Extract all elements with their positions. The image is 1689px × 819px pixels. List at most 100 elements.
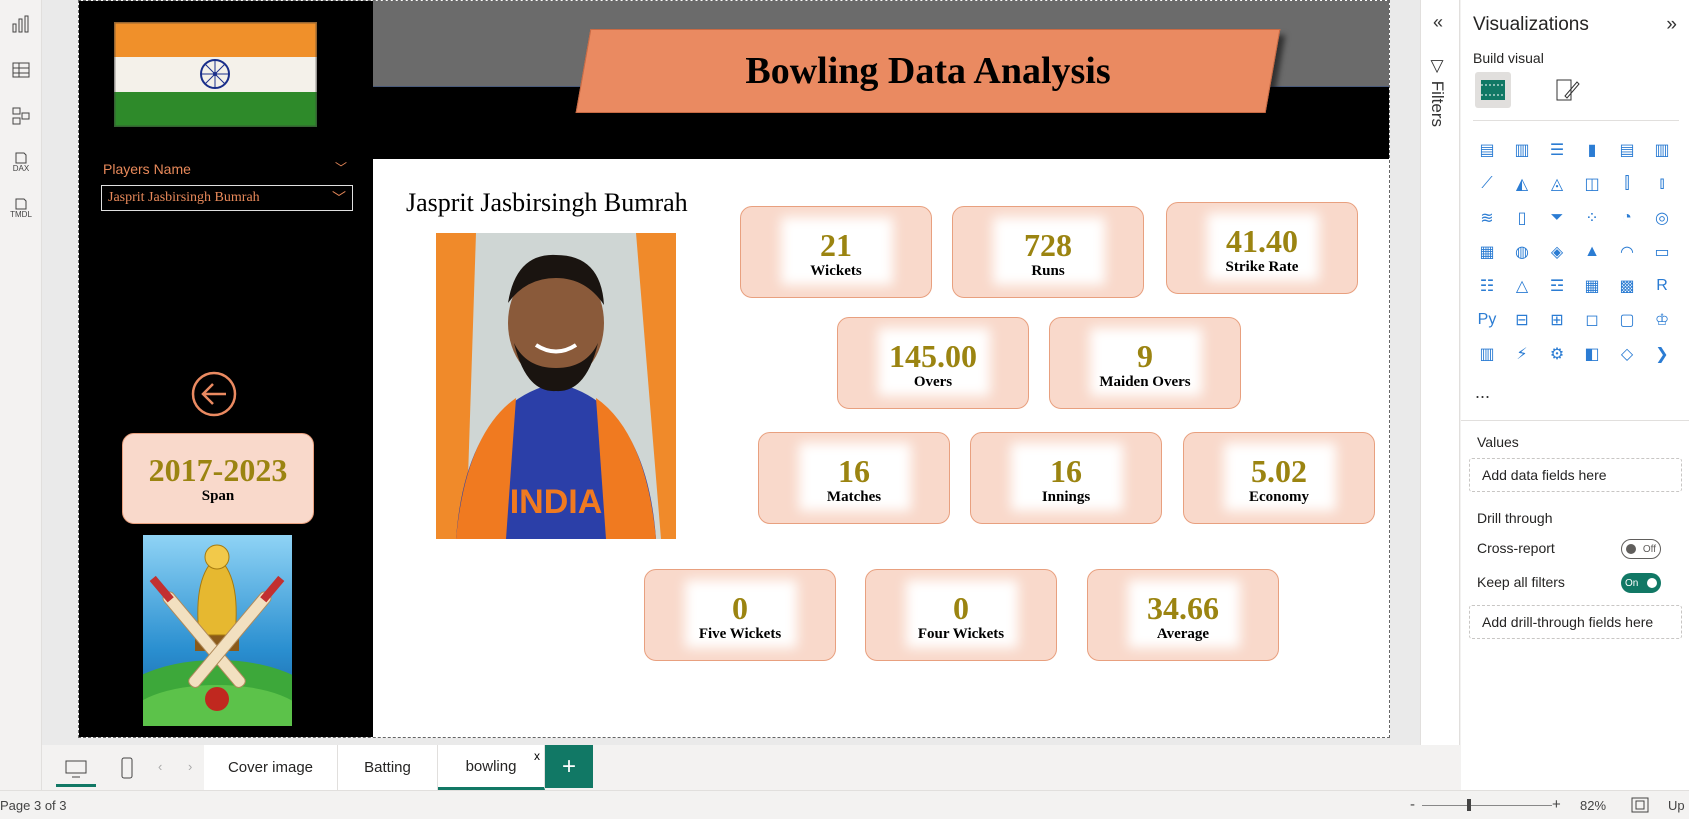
zoom-in-button[interactable]: + <box>1552 796 1561 813</box>
chevron-visual-icon[interactable]: ❯ <box>1650 342 1674 366</box>
kpi-card-innings: 16 Innings <box>970 432 1162 524</box>
desktop-layout-icon[interactable] <box>56 753 96 787</box>
expand-filters-icon[interactable]: « <box>1433 12 1443 33</box>
format-visual-tab-icon[interactable] <box>1549 72 1585 108</box>
back-arrow-icon[interactable] <box>191 371 237 417</box>
matrix-icon[interactable]: ▩ <box>1615 274 1639 298</box>
page-tabs-bar: ‹ › Cover image Batting bowling x + <box>42 745 1420 790</box>
india-flag-image <box>114 22 317 127</box>
cross-report-toggle[interactable]: Off <box>1621 539 1661 559</box>
filled-map-icon[interactable]: ◈ <box>1545 240 1569 264</box>
slicer-icon[interactable]: ☲ <box>1545 274 1569 298</box>
kpi-value: 16 <box>1050 453 1082 489</box>
zoom-slider-thumb[interactable] <box>1467 799 1471 811</box>
kpi-card-average: 34.66 Average <box>1087 569 1279 661</box>
100-stacked-bar-icon[interactable]: ▤ <box>1615 138 1639 162</box>
model-view-icon[interactable] <box>9 104 33 128</box>
kpi-icon[interactable]: △ <box>1510 274 1534 298</box>
collapse-pane-icon[interactable]: » <box>1666 14 1677 36</box>
pie-chart-icon[interactable]: ◔ <box>1615 206 1639 230</box>
stacked-bar-chart-icon[interactable]: ▤ <box>1475 138 1499 162</box>
tab-cover-image[interactable]: Cover image <box>204 745 338 790</box>
kpi-value: 5.02 <box>1251 453 1307 489</box>
kpi-label: Five Wickets <box>698 626 782 642</box>
zoom-slider[interactable] <box>1422 805 1552 806</box>
kpi-label: Runs <box>1031 263 1065 279</box>
values-drop-field[interactable]: Add data fields here <box>1469 458 1682 492</box>
clustered-column-chart-icon[interactable]: ▮ <box>1580 138 1604 162</box>
player-name-heading: Jasprit Jasbirsingh Bumrah <box>406 188 688 217</box>
filters-pane-collapsed[interactable]: « ▽ Filters <box>1420 0 1460 745</box>
scatter-plot-icon[interactable]: ⁘ <box>1580 206 1604 230</box>
report-view-icon[interactable] <box>9 12 33 36</box>
python-visual-icon[interactable]: Py <box>1475 308 1499 332</box>
kpi-value: 728 <box>1024 227 1072 263</box>
qa-icon[interactable]: ◻ <box>1580 308 1604 332</box>
clustered-bar-chart-icon[interactable]: ☰ <box>1545 138 1569 162</box>
line-column-chart-icon[interactable]: ⫿ <box>1615 172 1639 196</box>
table-icon[interactable]: ▦ <box>1580 274 1604 298</box>
status-bar: Page 3 of 3 - + 82% Up <box>0 790 1689 819</box>
cross-report-label: Cross-report <box>1477 540 1555 556</box>
filters-label[interactable]: ▽ Filters <box>1427 56 1447 127</box>
prev-page-icon[interactable]: ‹ <box>158 759 162 774</box>
zoom-out-button[interactable]: - <box>1410 796 1415 813</box>
treemap-icon[interactable]: ▦ <box>1475 240 1499 264</box>
decomposition-tree-icon[interactable]: ⊞ <box>1545 308 1569 332</box>
more-visuals-icon[interactable]: ... <box>1475 382 1490 403</box>
add-page-button[interactable]: + <box>545 745 593 788</box>
funnel-chart-icon[interactable]: ▯ <box>1510 206 1534 230</box>
azure-map-icon[interactable]: ▲ <box>1580 240 1604 264</box>
close-tab-icon[interactable]: x <box>534 749 540 763</box>
get-more-visuals-icon[interactable]: ◇ <box>1615 342 1639 366</box>
stacked-column-chart-icon[interactable]: ▥ <box>1510 138 1534 162</box>
kpi-label: Innings <box>1041 489 1091 505</box>
tmdl-view-icon[interactable]: TMDL <box>9 196 33 220</box>
kpi-card-runs: 728 Runs <box>952 206 1144 298</box>
kpi-value: 9 <box>1137 338 1153 374</box>
area-chart-icon[interactable]: ◭ <box>1510 172 1534 196</box>
slicer-collapse-icon[interactable]: ﹀ <box>335 159 347 176</box>
smart-narrative-icon[interactable]: ▢ <box>1615 308 1639 332</box>
tab-bowling[interactable]: bowling x <box>438 745 545 790</box>
donut-chart-icon[interactable]: ◎ <box>1650 206 1674 230</box>
build-visual-tab-icon[interactable] <box>1475 72 1511 108</box>
power-apps-icon[interactable]: ⚡ <box>1510 342 1534 366</box>
fit-to-page-icon[interactable] <box>1631 797 1649 816</box>
line-chart-icon[interactable]: ⟋ <box>1475 172 1499 196</box>
kpi-value: 34.66 <box>1147 590 1219 626</box>
card-icon[interactable]: ▭ <box>1650 240 1674 264</box>
kpi-label: Four Wickets <box>917 626 1005 642</box>
player-photo: INDIA <box>436 233 676 539</box>
multi-row-card-icon[interactable]: ☷ <box>1475 274 1499 298</box>
build-visual-label: Build visual <box>1473 50 1544 66</box>
kpi-card-wickets: 21 Wickets <box>740 206 932 298</box>
kpi-card-economy: 5.02 Economy <box>1183 432 1375 524</box>
kpi-card-overs: 145.00 Overs <box>837 317 1029 409</box>
keep-filters-toggle[interactable]: On <box>1621 573 1661 593</box>
power-automate-icon[interactable]: ⚙ <box>1545 342 1569 366</box>
paginated-report-icon[interactable]: ▥ <box>1475 342 1499 366</box>
players-slicer-dropdown[interactable]: Jasprit Jasbirsingh Bumrah ﹀ <box>101 185 353 211</box>
tab-batting[interactable]: Batting <box>338 745 438 790</box>
ribbon-chart-icon[interactable]: ◫ <box>1580 172 1604 196</box>
gauge-icon[interactable]: ◠ <box>1615 240 1639 264</box>
table-view-icon[interactable] <box>9 58 33 82</box>
kpi-label: Wickets <box>810 263 862 279</box>
mobile-layout-icon[interactable] <box>112 753 142 783</box>
scatter-chart-icon[interactable]: ⏷ <box>1545 206 1569 230</box>
visualizations-pane: Visualizations » Build visual ▤ ▥ ☰ ▮ ▤ … <box>1461 0 1689 790</box>
100-stacked-column-icon[interactable]: ▥ <box>1650 138 1674 162</box>
r-visual-icon[interactable]: R <box>1650 274 1674 298</box>
line-clustered-column-icon[interactable]: ⫾ <box>1650 172 1674 196</box>
map-icon[interactable]: ◍ <box>1510 240 1534 264</box>
key-influencers-icon[interactable]: ⊟ <box>1510 308 1534 332</box>
custom-visual-icon[interactable]: ◧ <box>1580 342 1604 366</box>
drill-through-drop-field[interactable]: Add drill-through fields here <box>1469 605 1682 639</box>
stacked-area-chart-icon[interactable]: ◬ <box>1545 172 1569 196</box>
trophy-icon[interactable]: ♔ <box>1650 308 1674 332</box>
dax-query-icon[interactable]: DAX <box>9 150 33 174</box>
kpi-label: Matches <box>826 489 882 505</box>
next-page-icon[interactable]: › <box>188 759 192 774</box>
waterfall-chart-icon[interactable]: ≋ <box>1475 206 1499 230</box>
